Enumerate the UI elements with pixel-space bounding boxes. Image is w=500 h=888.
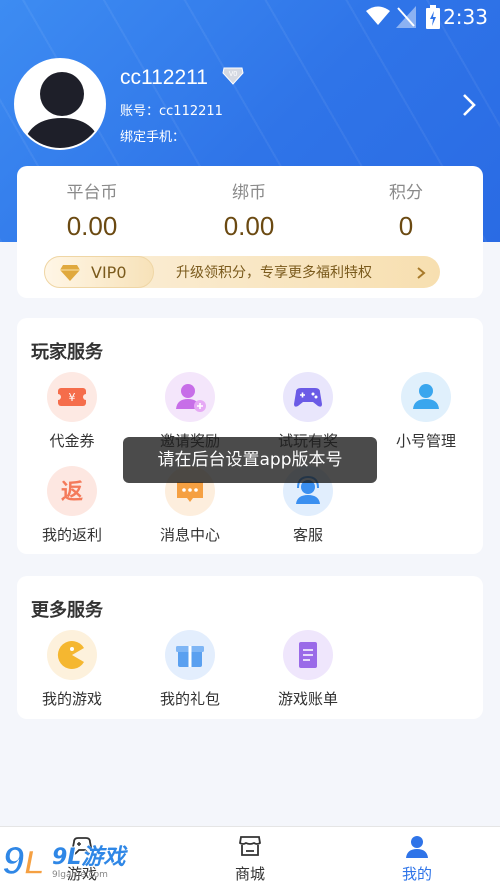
watermark-text: 9L游戏 (52, 845, 126, 870)
clock: 2:33 (443, 5, 488, 29)
store-icon (239, 836, 261, 856)
wallet-label: 平台币 (66, 183, 118, 203)
more-services-card: 更多服务 我的游戏 我的礼包 游戏账单 (17, 576, 483, 719)
status-bar: 2:33 (0, 0, 500, 34)
chevron-right-icon (416, 265, 426, 284)
wallet-value: 0.00 (66, 211, 118, 241)
default-avatar-icon (22, 72, 102, 148)
service-label: 我的返利 (41, 526, 102, 544)
section-title: 玩家服务 (31, 342, 103, 363)
platform-coin[interactable]: 平台币 0.00 (17, 178, 167, 242)
service-rebate[interactable]: 返 我的返利 (17, 466, 127, 545)
battery-charging-icon (426, 5, 440, 33)
diamond-icon (59, 264, 81, 286)
my-games-icon (47, 630, 97, 680)
service-sub-accounts[interactable]: 小号管理 (371, 372, 481, 451)
watermark-logo-icon: 9 L (1, 838, 45, 884)
service-label: 消息中心 (159, 526, 220, 544)
toast-message: 请在后台设置app版本号 (123, 437, 377, 483)
service-voucher[interactable]: ¥ 代金券 (17, 372, 127, 451)
vip-promo-text: 升级领积分，专享更多福利特权 (176, 265, 372, 281)
account-icon (401, 372, 451, 422)
watermark-url: 9lgame.com (52, 870, 108, 880)
bound-coin[interactable]: 绑币 0.00 (174, 178, 324, 242)
invite-user-icon (165, 372, 215, 422)
vip-level-label: VIP0 (91, 263, 127, 282)
wallet-value: 0 (398, 211, 414, 241)
player-services-card: 玩家服务 ¥ 代金券 邀请奖励 试玩有奖 小号管理 返 我的返利 消息中心 (17, 318, 483, 554)
svg-text:返: 返 (61, 480, 83, 505)
service-label: 我的礼包 (159, 690, 220, 708)
svg-text:9: 9 (2, 839, 25, 883)
service-label: 代金券 (49, 432, 95, 450)
profile-tab-icon (406, 836, 428, 858)
svg-text:L: L (24, 844, 45, 882)
wallet-value: 0.00 (223, 211, 275, 241)
service-label: 游戏账单 (277, 690, 338, 708)
service-game-bill[interactable]: 游戏账单 (253, 630, 363, 709)
points[interactable]: 积分 0 (331, 178, 481, 242)
rebate-icon: 返 (47, 466, 97, 516)
tab-mine[interactable]: 我的 (357, 827, 477, 888)
avatar[interactable] (14, 58, 106, 150)
bill-icon (283, 630, 333, 680)
account-id: 账号：cc112211 (120, 104, 223, 119)
wifi-icon (366, 6, 390, 30)
service-label: 客服 (292, 526, 323, 544)
bound-phone: 绑定手机： (120, 130, 186, 145)
gamepad-icon (283, 372, 333, 422)
tab-store[interactable]: 商城 (190, 827, 310, 888)
service-my-games[interactable]: 我的游戏 (17, 630, 127, 709)
tab-label: 我的 (401, 865, 432, 883)
section-title: 更多服务 (31, 600, 103, 621)
tab-label: 商城 (234, 865, 265, 883)
vip-level-pill: VIP0 (44, 256, 154, 288)
vip-level-badge: V0 (222, 67, 244, 89)
site-watermark: 9 L 9L游戏 9lgame.com (0, 836, 130, 888)
svg-text:¥: ¥ (69, 391, 76, 404)
wallet-label: 积分 (389, 183, 423, 203)
vip-upgrade-bar[interactable]: VIP0 升级领积分，专享更多福利特权 (44, 256, 440, 288)
service-label: 我的游戏 (41, 690, 102, 708)
svg-text:V0: V0 (229, 71, 238, 78)
chevron-right-icon[interactable] (460, 92, 478, 122)
wallet-label: 绑币 (232, 183, 266, 203)
username: cc112211 (120, 66, 208, 89)
service-label: 小号管理 (395, 432, 456, 450)
voucher-icon: ¥ (47, 372, 97, 422)
no-signal-icon (396, 6, 416, 32)
gift-icon (165, 630, 215, 680)
service-my-gifts[interactable]: 我的礼包 (135, 630, 245, 709)
